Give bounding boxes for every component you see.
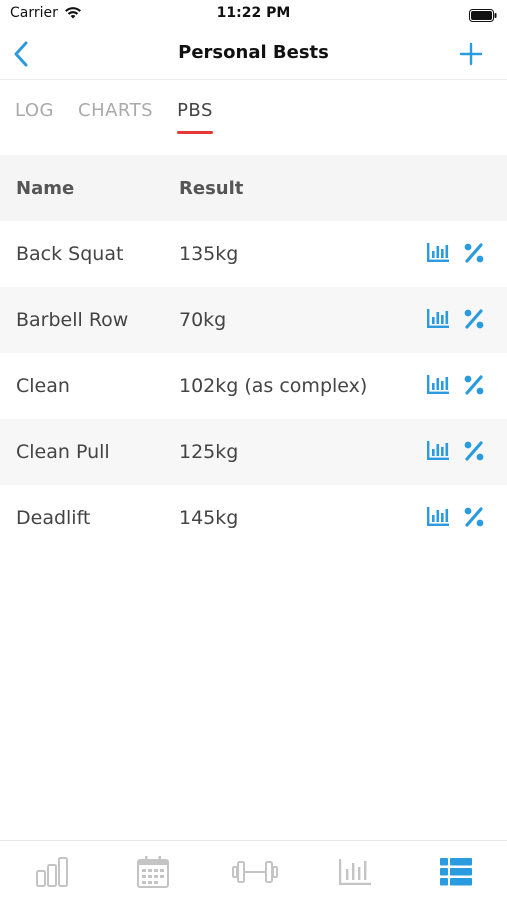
percent-icon[interactable] bbox=[461, 307, 487, 331]
tab-log[interactable]: LOG bbox=[15, 100, 54, 134]
chart-icon[interactable] bbox=[425, 307, 451, 331]
table-header: Name Result bbox=[0, 155, 507, 221]
exercise-result: 125kg bbox=[179, 441, 239, 463]
row-actions bbox=[425, 505, 487, 529]
row-actions bbox=[425, 241, 487, 265]
chart-icon[interactable] bbox=[425, 505, 451, 529]
exercise-result: 70kg bbox=[179, 309, 227, 331]
calendar-icon bbox=[137, 856, 169, 888]
exercise-result: 135kg bbox=[179, 243, 239, 265]
bottom-tab-workouts[interactable] bbox=[230, 855, 280, 889]
dumbbell-icon bbox=[232, 861, 278, 883]
row-actions bbox=[425, 307, 487, 331]
bottom-tab-list[interactable] bbox=[436, 855, 476, 889]
row-actions bbox=[425, 439, 487, 463]
chart-icon[interactable] bbox=[425, 373, 451, 397]
nav-header: Personal Bests bbox=[0, 30, 507, 80]
percent-icon[interactable] bbox=[461, 373, 487, 397]
personal-bests-table: Name Result Back Squat 135kg Barbell Row… bbox=[0, 155, 507, 551]
bar-chart-outline-icon bbox=[36, 857, 68, 887]
exercise-result: 102kg (as complex) bbox=[179, 375, 368, 397]
table-row[interactable]: Clean 102kg (as complex) bbox=[0, 353, 507, 419]
stats-chart-icon bbox=[339, 859, 371, 885]
table-row[interactable]: Barbell Row 70kg bbox=[0, 287, 507, 353]
exercise-name: Clean bbox=[16, 375, 70, 397]
status-right bbox=[469, 7, 497, 26]
percent-icon[interactable] bbox=[461, 439, 487, 463]
plus-icon bbox=[459, 42, 483, 66]
list-icon bbox=[440, 858, 472, 886]
column-header-result: Result bbox=[179, 177, 244, 199]
exercise-name: Barbell Row bbox=[16, 309, 129, 331]
tab-pbs[interactable]: PBS bbox=[177, 100, 213, 134]
percent-icon[interactable] bbox=[461, 241, 487, 265]
battery-icon bbox=[469, 9, 497, 22]
chart-icon[interactable] bbox=[425, 241, 451, 265]
table-row[interactable]: Clean Pull 125kg bbox=[0, 419, 507, 485]
bottom-tab-overview[interactable] bbox=[32, 855, 72, 889]
add-button[interactable] bbox=[457, 40, 485, 68]
segment-tabs: LOG CHARTS PBS bbox=[15, 100, 213, 134]
table-row[interactable]: Deadlift 145kg bbox=[0, 485, 507, 551]
row-actions bbox=[425, 373, 487, 397]
tab-charts[interactable]: CHARTS bbox=[78, 100, 153, 134]
bottom-tab-stats[interactable] bbox=[335, 855, 375, 889]
status-time: 11:22 PM bbox=[216, 5, 291, 21]
exercise-name: Back Squat bbox=[16, 243, 124, 265]
percent-icon[interactable] bbox=[461, 505, 487, 529]
exercise-name: Clean Pull bbox=[16, 441, 110, 463]
status-bar: Carrier 11:22 PM bbox=[0, 0, 507, 30]
table-row[interactable]: Back Squat 135kg bbox=[0, 221, 507, 287]
column-header-name: Name bbox=[16, 177, 75, 199]
chart-icon[interactable] bbox=[425, 439, 451, 463]
bottom-tab-bar bbox=[0, 840, 507, 900]
exercise-result: 145kg bbox=[179, 507, 239, 529]
page-title: Personal Bests bbox=[178, 42, 329, 63]
exercise-name: Deadlift bbox=[16, 507, 91, 529]
bottom-tab-calendar[interactable] bbox=[133, 855, 173, 889]
